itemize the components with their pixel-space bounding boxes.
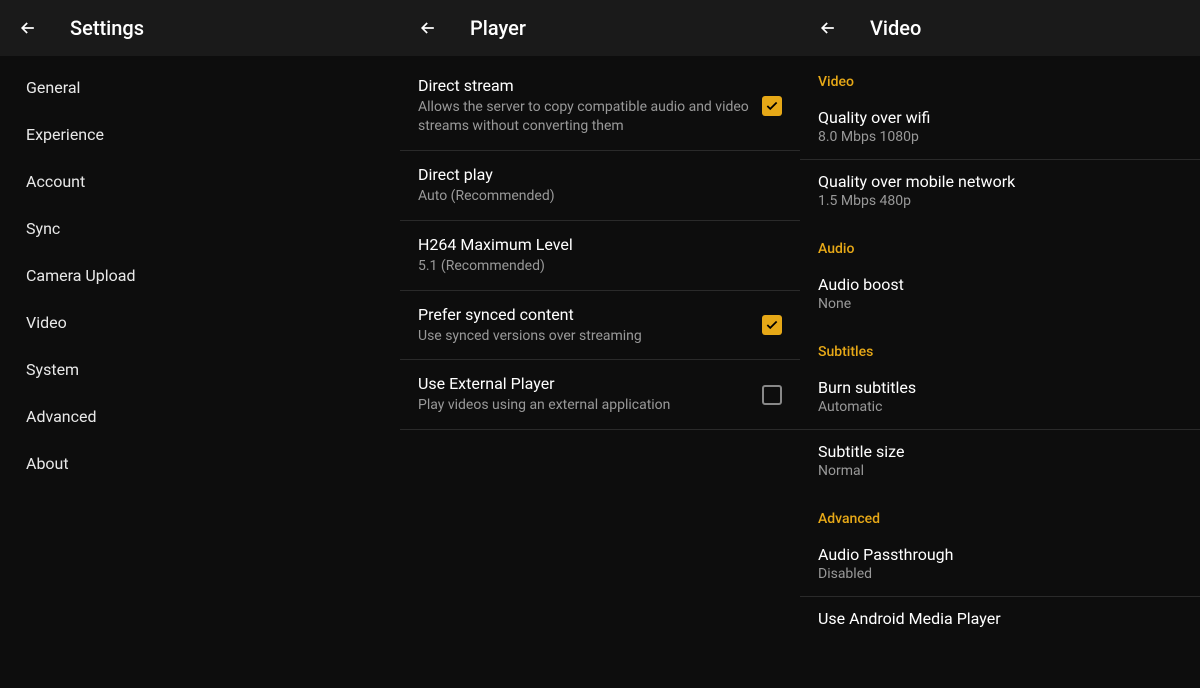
video-item-title: Audio Passthrough (818, 545, 1182, 564)
settings-item-video[interactable]: Video (0, 299, 400, 346)
settings-list: General Experience Account Sync Camera U… (0, 56, 400, 688)
player-item-title: Use External Player (418, 374, 750, 393)
player-list: Direct stream Allows the server to copy … (400, 56, 800, 688)
section-header-subtitles: Subtitles (800, 326, 1200, 366)
player-item-text: Direct stream Allows the server to copy … (418, 76, 762, 136)
video-item-audio-boost[interactable]: Audio boost None (800, 263, 1200, 326)
player-header: Player (400, 0, 800, 56)
video-item-title: Audio boost (818, 275, 1182, 294)
video-item-android-player[interactable]: Use Android Media Player (800, 597, 1200, 644)
video-item-sub: Disabled (818, 566, 1182, 582)
video-item-title: Subtitle size (818, 442, 1182, 461)
section-header-advanced: Advanced (800, 493, 1200, 533)
video-panel: Video Video Quality over wifi 8.0 Mbps 1… (800, 0, 1200, 688)
video-item-title: Quality over wifi (818, 108, 1182, 127)
video-item-sub: Automatic (818, 399, 1182, 415)
settings-item-account[interactable]: Account (0, 158, 400, 205)
player-title: Player (470, 16, 526, 40)
player-panel: Player Direct stream Allows the server t… (400, 0, 800, 688)
video-item-title: Quality over mobile network (818, 172, 1182, 191)
video-item-title: Burn subtitles (818, 378, 1182, 397)
settings-header: Settings (0, 0, 400, 56)
checkbox-unchecked-icon[interactable] (762, 385, 782, 405)
section-header-audio: Audio (800, 223, 1200, 263)
settings-item-about[interactable]: About (0, 440, 400, 487)
player-item-text: Use External Player Play videos using an… (418, 374, 762, 415)
video-list: Video Quality over wifi 8.0 Mbps 1080p Q… (800, 56, 1200, 688)
checkbox-checked-icon[interactable] (762, 96, 782, 116)
video-item-sub: 1.5 Mbps 480p (818, 193, 1182, 209)
video-title: Video (870, 16, 921, 40)
video-item-audio-passthrough[interactable]: Audio Passthrough Disabled (800, 533, 1200, 597)
player-item-text: H264 Maximum Level 5.1 (Recommended) (418, 235, 782, 276)
player-item-title: Prefer synced content (418, 305, 750, 324)
settings-item-camera-upload[interactable]: Camera Upload (0, 252, 400, 299)
player-item-title: H264 Maximum Level (418, 235, 770, 254)
player-item-sub: Auto (Recommended) (418, 187, 770, 206)
player-item-title: Direct play (418, 165, 770, 184)
section-header-video: Video (800, 56, 1200, 96)
checkbox-checked-icon[interactable] (762, 315, 782, 335)
player-item-sub: Allows the server to copy compatible aud… (418, 98, 750, 136)
settings-item-sync[interactable]: Sync (0, 205, 400, 252)
player-item-prefer-synced[interactable]: Prefer synced content Use synced version… (400, 291, 800, 361)
settings-title: Settings (70, 16, 144, 40)
player-item-text: Prefer synced content Use synced version… (418, 305, 762, 346)
settings-item-general[interactable]: General (0, 64, 400, 111)
settings-item-experience[interactable]: Experience (0, 111, 400, 158)
back-icon[interactable] (16, 16, 40, 40)
video-item-subtitle-size[interactable]: Subtitle size Normal (800, 430, 1200, 493)
player-item-sub: 5.1 (Recommended) (418, 257, 770, 276)
player-item-sub: Play videos using an external applicatio… (418, 396, 750, 415)
player-item-text: Direct play Auto (Recommended) (418, 165, 782, 206)
video-item-title: Use Android Media Player (818, 609, 1182, 628)
video-header: Video (800, 0, 1200, 56)
player-item-direct-stream[interactable]: Direct stream Allows the server to copy … (400, 62, 800, 151)
player-item-h264[interactable]: H264 Maximum Level 5.1 (Recommended) (400, 221, 800, 291)
video-item-burn-subtitles[interactable]: Burn subtitles Automatic (800, 366, 1200, 430)
back-icon[interactable] (416, 16, 440, 40)
settings-item-advanced[interactable]: Advanced (0, 393, 400, 440)
player-item-external-player[interactable]: Use External Player Play videos using an… (400, 360, 800, 430)
player-item-direct-play[interactable]: Direct play Auto (Recommended) (400, 151, 800, 221)
settings-panel: Settings General Experience Account Sync… (0, 0, 400, 688)
video-item-quality-wifi[interactable]: Quality over wifi 8.0 Mbps 1080p (800, 96, 1200, 160)
video-item-sub: None (818, 296, 1182, 312)
video-item-sub: 8.0 Mbps 1080p (818, 129, 1182, 145)
video-item-sub: Normal (818, 463, 1182, 479)
player-item-title: Direct stream (418, 76, 750, 95)
video-item-quality-mobile[interactable]: Quality over mobile network 1.5 Mbps 480… (800, 160, 1200, 223)
back-icon[interactable] (816, 16, 840, 40)
settings-item-system[interactable]: System (0, 346, 400, 393)
player-item-sub: Use synced versions over streaming (418, 327, 750, 346)
